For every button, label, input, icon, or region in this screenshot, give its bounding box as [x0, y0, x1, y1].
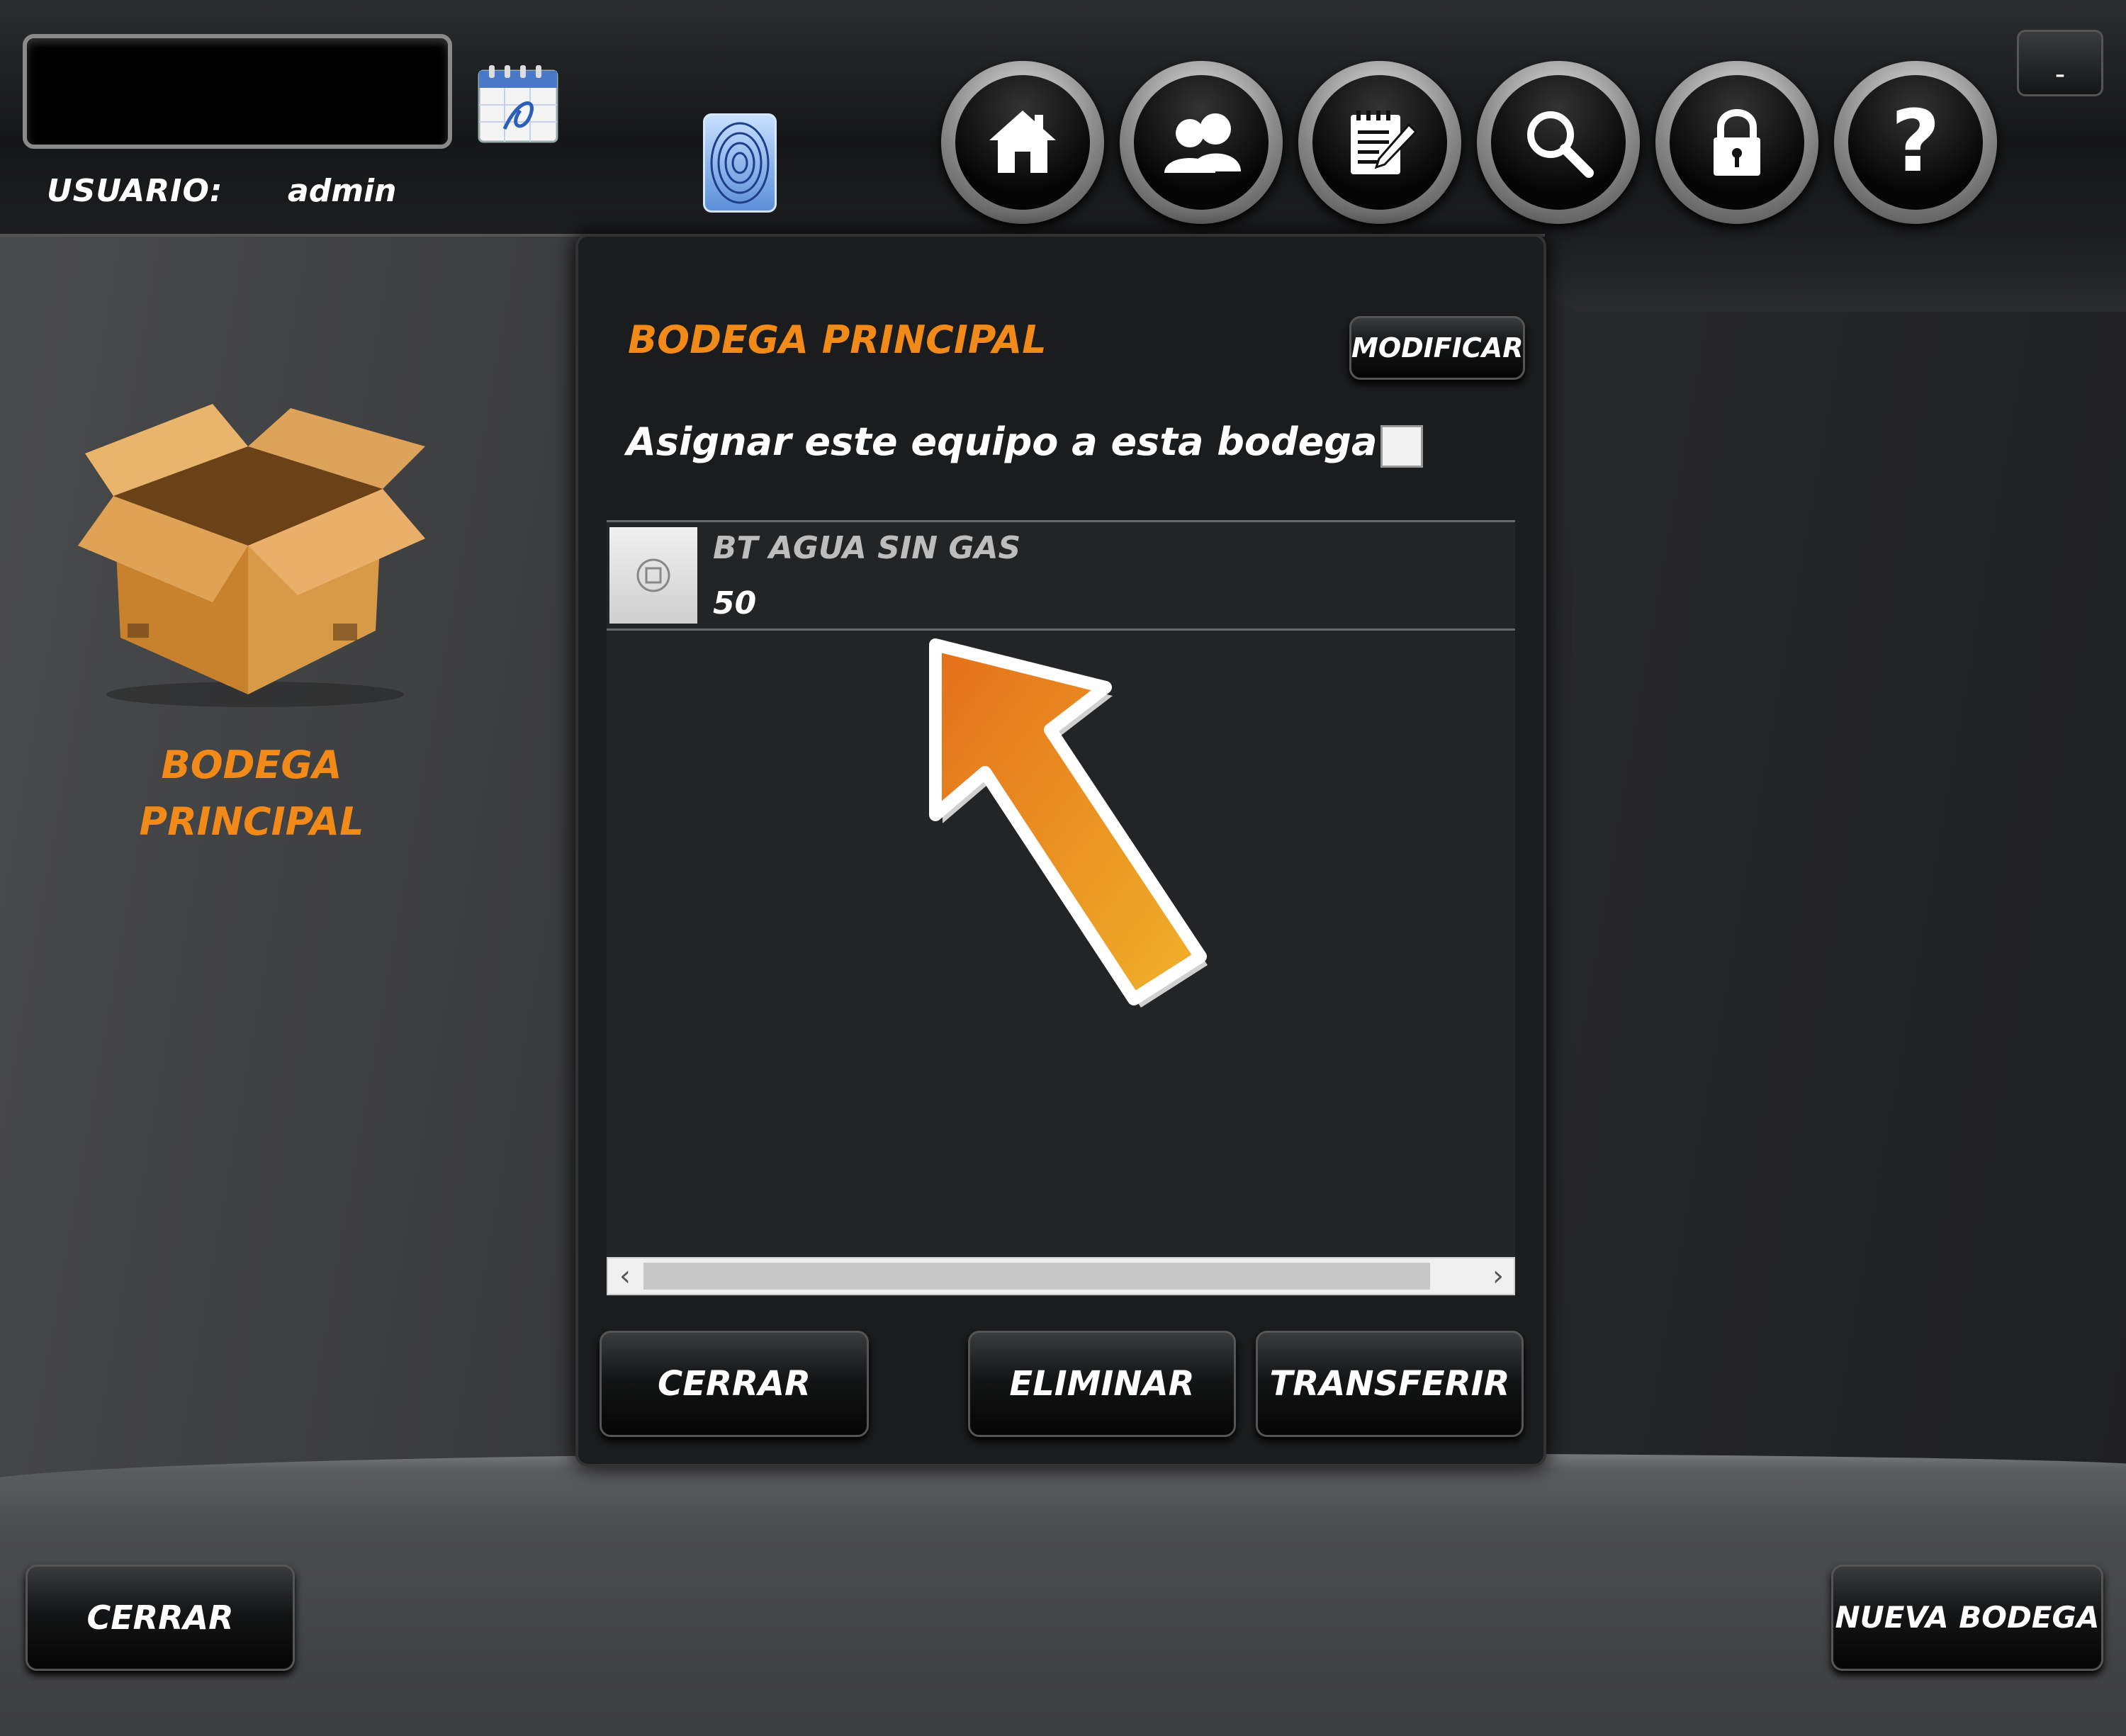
- notepad-edit-icon: [1351, 111, 1418, 174]
- fingerprint-icon[interactable]: [703, 113, 777, 213]
- box-icon: [78, 404, 425, 707]
- modify-button[interactable]: MODIFICAR: [1349, 316, 1525, 380]
- warehouse-name: BODEGA PRINCIPAL: [85, 737, 418, 850]
- user-value: admin: [288, 173, 397, 209]
- users-button[interactable]: [1120, 61, 1283, 224]
- scrollbar-thumb[interactable]: [643, 1263, 1430, 1290]
- bottom-bar: [0, 1453, 2126, 1736]
- close-button[interactable]: CERRAR: [26, 1565, 295, 1671]
- search-button[interactable]: [1477, 61, 1640, 224]
- assign-label: Asignar este equipo a esta bodega: [626, 419, 1378, 464]
- delete-button[interactable]: ELIMINAR: [968, 1331, 1236, 1437]
- pointer-arrow-icon: [929, 638, 1208, 1008]
- product-name: BT AGUA SIN GAS: [713, 530, 1021, 566]
- warehouse-name-line2: PRINCIPAL: [139, 799, 364, 844]
- help-icon: ?: [1891, 93, 1940, 191]
- assign-checkbox[interactable]: [1380, 425, 1423, 468]
- transfer-button[interactable]: TRANSFERIR: [1256, 1331, 1524, 1437]
- notes-button[interactable]: [1298, 61, 1461, 224]
- lock-icon: [1714, 109, 1760, 176]
- minimize-button[interactable]: -: [2017, 30, 2103, 96]
- scroll-left-button[interactable]: ‹: [611, 1257, 639, 1295]
- help-button[interactable]: ?: [1834, 61, 1997, 224]
- calendar-icon[interactable]: [476, 61, 560, 145]
- warehouse-name-line1: BODEGA: [161, 743, 342, 787]
- users-icon: [1164, 113, 1241, 173]
- lock-button[interactable]: [1655, 61, 1818, 224]
- search-icon: [1527, 111, 1594, 178]
- scroll-right-button[interactable]: ›: [1484, 1257, 1512, 1295]
- product-thumbnail: [609, 527, 697, 624]
- home-button[interactable]: [941, 61, 1104, 224]
- name-display: [23, 34, 452, 149]
- product-quantity: 50: [713, 585, 757, 621]
- dialog-close-button[interactable]: CERRAR: [600, 1331, 869, 1437]
- user-label: USUARIO:: [47, 173, 223, 209]
- top-bar-extension: [1545, 234, 2126, 312]
- new-warehouse-button[interactable]: NUEVA BODEGA: [1831, 1565, 2103, 1671]
- dialog-title: BODEGA PRINCIPAL: [628, 317, 1047, 362]
- home-icon: [989, 111, 1056, 173]
